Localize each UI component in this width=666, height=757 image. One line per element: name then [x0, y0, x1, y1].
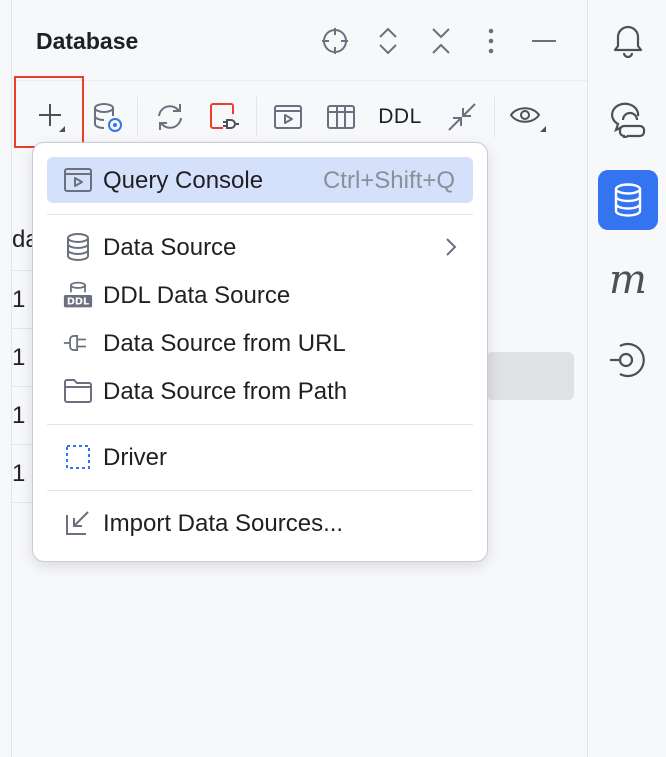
menu-item-data-source[interactable]: Data Source [47, 224, 473, 270]
add-button[interactable] [32, 97, 72, 137]
menu-item-label: Query Console [103, 167, 264, 194]
query-console-icon [63, 166, 93, 194]
tool-window-header: Database [12, 0, 587, 81]
crosshair-icon[interactable] [318, 24, 352, 58]
menu-item-data-source-from-path[interactable]: Data Source from Path [47, 368, 473, 414]
disconnect-icon [210, 103, 239, 129]
add-icon [39, 104, 65, 132]
menu-item-label: Data Source from URL [103, 330, 346, 357]
right-tool-strip: m [587, 0, 666, 757]
minimize-icon[interactable] [527, 24, 561, 58]
menu-item-driver[interactable]: Driver [47, 434, 473, 480]
menu-item-ddl-data-source[interactable]: DDL DDL Data Source [47, 272, 473, 318]
data-source-properties-icon [94, 103, 122, 132]
new-popup-menu: Query Console Ctrl+Shift+Q Data Source D… [32, 142, 488, 562]
background-bar [486, 352, 574, 400]
menu-item-label: Data Source [103, 234, 237, 261]
query-console-icon [274, 105, 302, 129]
view-options-button[interactable] [506, 97, 550, 137]
menu-item-label: Driver [103, 444, 167, 471]
database-icon [63, 233, 93, 262]
view-options-icon [509, 107, 546, 132]
menu-item-label: Data Source from Path [103, 378, 348, 405]
import-icon [63, 509, 93, 537]
jump-to-source-button[interactable] [442, 97, 482, 137]
database-icon[interactable] [598, 170, 658, 230]
menu-separator [47, 214, 473, 215]
endpoints-icon[interactable] [598, 330, 658, 390]
ai-chat-icon[interactable] [598, 90, 658, 150]
data-source-properties-button[interactable] [88, 97, 128, 137]
left-strip [0, 0, 12, 757]
ddl-data-source-icon: DDL [63, 281, 93, 309]
plug-icon [63, 329, 93, 357]
menu-item-shortcut: Ctrl+Shift+Q [322, 167, 455, 194]
query-console-button[interactable] [268, 97, 308, 137]
menu-item-label: DDL Data Source [103, 282, 291, 309]
maven-glyph: m [609, 257, 647, 303]
ddl-button[interactable]: DDL [374, 97, 426, 137]
menu-separator [47, 424, 473, 425]
tool-window-title: Database [36, 28, 139, 54]
menu-item-import-data-sources[interactable]: Import Data Sources... [47, 500, 473, 546]
notifications-icon[interactable] [598, 10, 658, 70]
menu-item-query-console[interactable]: Query Console Ctrl+Shift+Q [47, 157, 473, 203]
collapse-all-icon[interactable] [424, 24, 458, 58]
menu-separator [47, 490, 473, 491]
chevron-right-icon [446, 238, 457, 256]
expand-all-icon[interactable] [371, 24, 405, 58]
driver-icon [63, 443, 93, 471]
menu-item-data-source-from-url[interactable]: Data Source from URL [47, 320, 473, 366]
folder-icon [63, 377, 93, 405]
table-button[interactable] [321, 97, 361, 137]
refresh-icon [158, 104, 182, 130]
jump-icon [448, 103, 476, 131]
menu-item-label: Import Data Sources... [103, 510, 344, 537]
more-icon[interactable] [474, 24, 508, 58]
table-icon [327, 105, 355, 129]
disconnect-button[interactable] [204, 97, 244, 137]
ddl-label: DDL [378, 105, 422, 128]
refresh-button[interactable] [150, 97, 190, 137]
ddl-badge-text: DDL [67, 297, 89, 308]
maven-icon[interactable]: m [598, 250, 658, 310]
